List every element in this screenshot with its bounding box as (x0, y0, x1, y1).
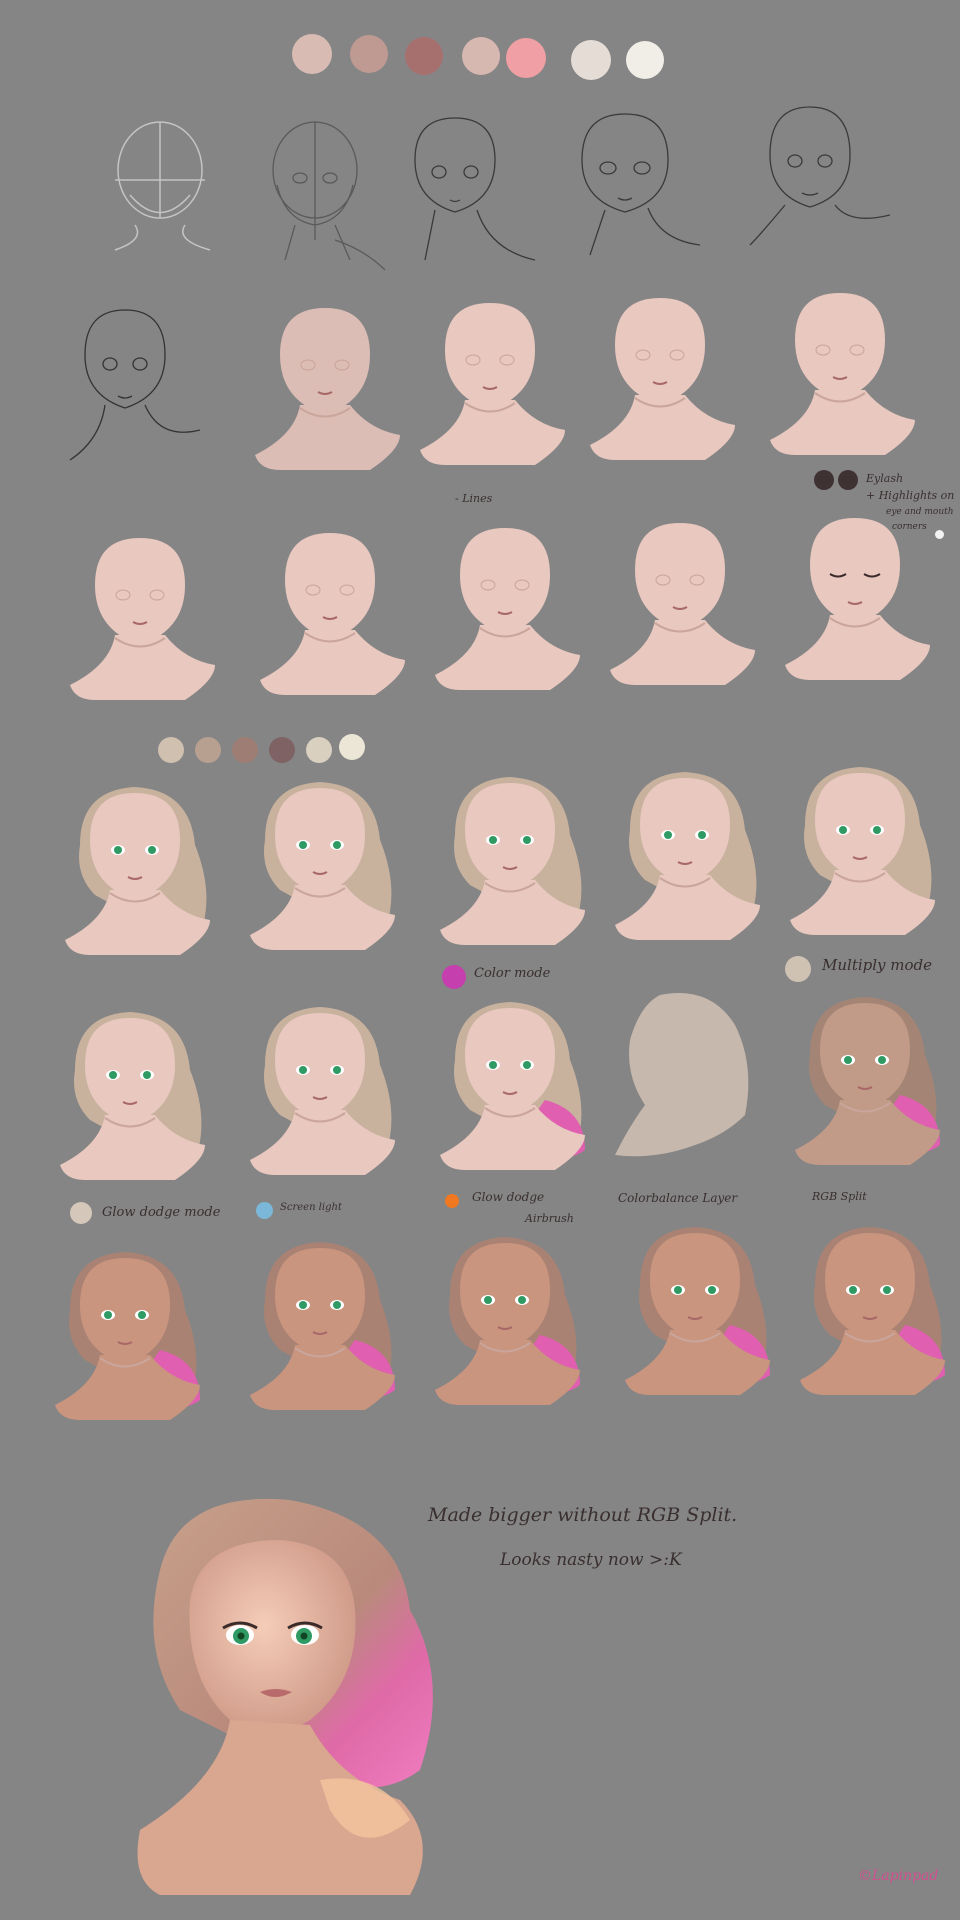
note-multiply-mode: Multiply mode (822, 956, 933, 974)
swatch-skin-2 (350, 35, 388, 73)
swatch-skin-7 (626, 41, 664, 79)
swatch-hair-1 (158, 737, 184, 763)
step-final-2 (235, 1230, 405, 1420)
step-refine-5 (770, 500, 940, 690)
step-hair-5 (775, 755, 945, 945)
step-rgb-split (780, 985, 950, 1175)
swatch-hair-3 (232, 737, 258, 763)
step-refine-4 (595, 505, 765, 695)
step-final-3 (420, 1225, 590, 1415)
step-sketch-3 (395, 100, 565, 290)
step-glow-dodge (45, 1000, 215, 1190)
step-hair-4 (600, 760, 770, 950)
step-shading-2 (575, 280, 745, 470)
note-final-2: Looks nasty now >:K (500, 1550, 682, 1570)
step-final-1 (40, 1240, 210, 1430)
swatch-eyelash-1 (814, 470, 834, 490)
swatch-skin-6 (571, 40, 611, 80)
note-glow-dodge-airbrush-2: Airbrush (525, 1212, 574, 1225)
swatch-skin-5 (506, 38, 546, 78)
swatch-hair-2 (195, 737, 221, 763)
note-color-mode: Color mode (474, 966, 551, 981)
note-lines: - Lines (455, 492, 493, 505)
final-portrait (120, 1480, 480, 1900)
swatch-skin-4 (462, 37, 500, 75)
note-final-1: Made bigger without RGB Split. (428, 1504, 738, 1526)
swatch-hair-4 (269, 737, 295, 763)
swatch-skin-3 (405, 37, 443, 75)
swatch-skin-1 (292, 34, 332, 74)
step-sketch-5 (740, 95, 910, 285)
swatch-multiply-mode (785, 956, 811, 982)
step-shading-3 (755, 275, 925, 465)
step-colorbalance-silhouette (605, 985, 775, 1175)
swatch-glow-dodge-airbrush (445, 1194, 459, 1208)
note-rgb-split: RGB Split (812, 1190, 867, 1203)
step-refine-3 (420, 510, 590, 700)
swatch-hair-6 (339, 734, 365, 760)
note-glow-dodge-airbrush-1: Glow dodge (472, 1190, 545, 1204)
step-refine-1 (55, 520, 225, 710)
note-colorbalance: Colorbalance Layer (618, 1191, 738, 1205)
swatch-color-mode (442, 965, 466, 989)
note-screen-light: Screen light (280, 1202, 342, 1213)
swatch-eyelash-2 (838, 470, 858, 490)
step-screen-light (235, 995, 405, 1185)
step-hair-3 (425, 765, 595, 955)
swatch-hair-5 (306, 737, 332, 763)
step-final-4 (610, 1215, 780, 1405)
step-hair-1 (50, 775, 220, 965)
swatch-screen-light (256, 1202, 273, 1219)
step-sketch-4 (560, 100, 730, 290)
step-hair-2 (235, 770, 405, 960)
step-final-5 (785, 1215, 955, 1405)
step-flat-skin (240, 290, 410, 480)
step-shading-1 (405, 285, 575, 475)
step-lineart (60, 300, 230, 490)
swatch-glow-dodge-mode (70, 1202, 92, 1224)
note-glow-dodge-mode: Glow dodge mode (102, 1205, 221, 1220)
step-sketch-1 (75, 100, 245, 290)
step-pink-hair (425, 990, 595, 1180)
signature: ©Lapinpad (858, 1868, 939, 1884)
step-refine-2 (245, 515, 415, 705)
note-eyelash-1: Eylash (866, 472, 904, 485)
